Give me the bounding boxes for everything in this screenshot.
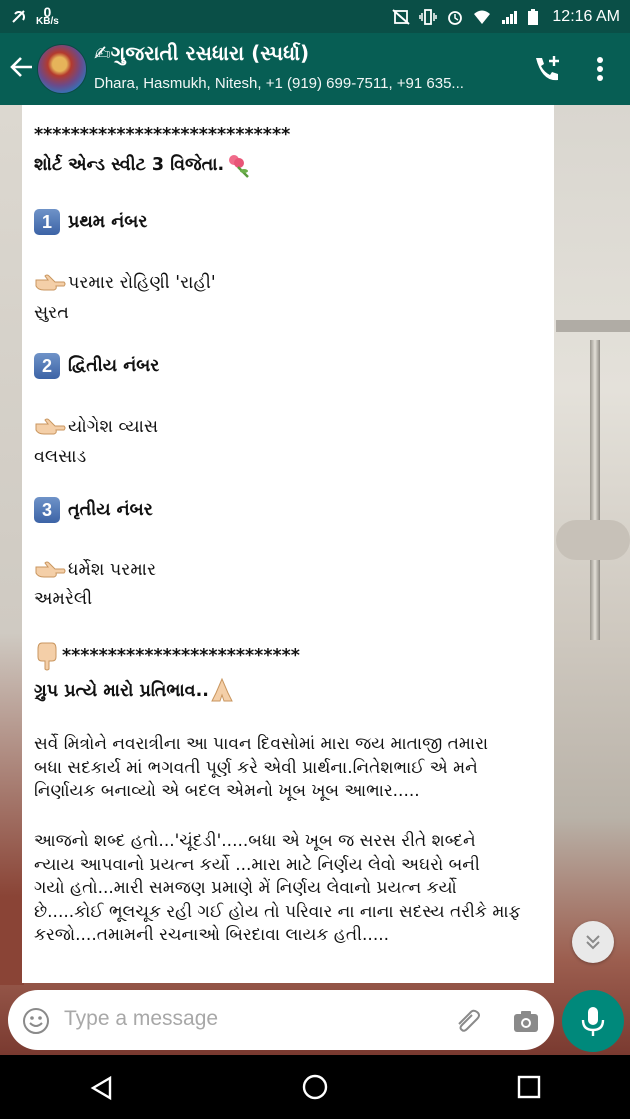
pray-icon bbox=[211, 677, 233, 702]
place-2: 2 દ્વિતીય નંબર bbox=[34, 353, 544, 379]
mic-icon bbox=[581, 1007, 605, 1036]
message-input[interactable]: Type a message bbox=[64, 1007, 218, 1031]
number-2-badge: 2 bbox=[34, 353, 60, 379]
nav-home-icon[interactable] bbox=[300, 1072, 330, 1102]
scroll-to-bottom-button[interactable] bbox=[572, 921, 614, 963]
number-3-badge: 3 bbox=[34, 497, 60, 523]
wallpaper-left bbox=[0, 105, 24, 985]
status-bar: 0 KB/s 12:16 AM bbox=[0, 0, 630, 33]
flower-icon bbox=[229, 155, 250, 178]
alarm-icon bbox=[448, 10, 463, 25]
nav-back-icon[interactable] bbox=[88, 1074, 116, 1102]
wifi-icon bbox=[474, 10, 491, 24]
mic-button[interactable] bbox=[562, 990, 624, 1052]
group-title[interactable]: ✍ગુજરાતી રસધારા (સ્પર્ધા) bbox=[94, 41, 309, 65]
battery-icon bbox=[528, 8, 539, 25]
winner-1-name: પરમાર રોહિણી 'રાહી' bbox=[34, 271, 544, 295]
place-3: 3 તૃતીય નંબર bbox=[34, 497, 544, 523]
winner-2-name: યોગેશ વ્યાસ bbox=[34, 415, 544, 439]
point-down-icon bbox=[37, 642, 57, 671]
point-right-icon bbox=[35, 418, 66, 435]
nav-recent-icon[interactable] bbox=[517, 1075, 541, 1099]
group-avatar[interactable] bbox=[37, 44, 87, 94]
wallpaper-rail-lower bbox=[556, 520, 630, 560]
stars-line-bottom: ************************** bbox=[34, 641, 544, 671]
winner-2-city: વલસાડ bbox=[34, 447, 87, 467]
point-right-icon bbox=[35, 561, 66, 578]
wallpaper-rail bbox=[556, 320, 630, 332]
message-heading: શોર્ટ એન્ડ સ્વીટ 3 વિજેતા. bbox=[34, 151, 544, 179]
stars-line: **************************** bbox=[34, 125, 291, 145]
system-nav-bar bbox=[0, 1057, 630, 1119]
winner-3-city: અમરેલી bbox=[34, 589, 93, 609]
clock: 12:16 AM bbox=[552, 7, 620, 25]
paragraph-1: સર્વે મિત્રોને નવરાત્રીના આ પાવન દિવસોમા… bbox=[34, 734, 489, 801]
camera-icon[interactable] bbox=[511, 1007, 541, 1037]
network-speed: 0 KB/s bbox=[36, 4, 59, 27]
paragraph-2: આજનો શબ્દ હતો...'ચૂંદડી'.....બધા એ ખૂબ જ… bbox=[34, 831, 521, 945]
response-heading: ગ્રુપ પ્રત્યે મારો પ્રતિભાવ.. bbox=[34, 677, 544, 705]
point-right-icon bbox=[35, 274, 66, 291]
more-vert-icon[interactable] bbox=[590, 53, 610, 85]
chat-header: ✍ગુજરાતી રસધારા (સ્પર્ધા) Dhara, Hasmukh… bbox=[0, 33, 630, 105]
emoji-icon[interactable] bbox=[22, 1007, 50, 1035]
chevron-double-down-icon bbox=[586, 935, 600, 950]
group-members[interactable]: Dhara, Hasmukh, Nitesh, +1 (919) 699-751… bbox=[94, 75, 514, 92]
data-saver-icon bbox=[12, 10, 25, 23]
winner-3-name: ધર્મેશ પરમાર bbox=[34, 558, 544, 582]
wallpaper-post bbox=[590, 340, 600, 640]
number-1-badge: 1 bbox=[34, 209, 60, 235]
vibrate-icon bbox=[419, 8, 438, 25]
message-bubble[interactable]: **************************** શોર્ટ એન્ડ … bbox=[22, 105, 554, 983]
message-input-bar[interactable]: Type a message bbox=[8, 990, 554, 1050]
winner-1-city: સુરત bbox=[34, 303, 69, 323]
attach-icon[interactable] bbox=[452, 1007, 482, 1037]
place-1: 1 પ્રથમ નંબર bbox=[34, 209, 544, 235]
signal-icon bbox=[502, 10, 518, 24]
no-sim-icon bbox=[392, 8, 411, 25]
call-add-icon[interactable] bbox=[530, 53, 562, 85]
back-arrow-icon[interactable] bbox=[8, 53, 36, 81]
